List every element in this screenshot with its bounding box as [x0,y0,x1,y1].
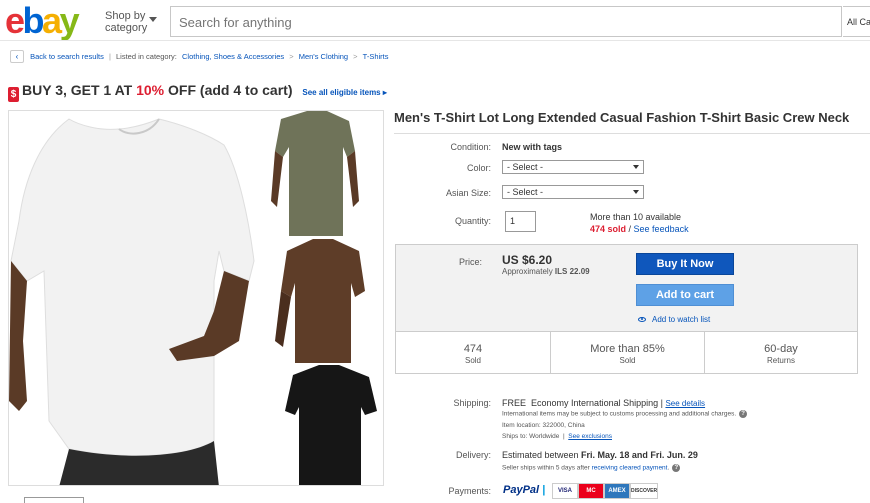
shipping-value: FREE Economy International Shipping | Se… [502,398,706,408]
breadcrumb: ‹ Back to search results | Listed in cat… [10,50,389,63]
image-thumbnail-tab[interactable] [24,497,84,503]
breadcrumb-tshirts[interactable]: T-Shirts [363,52,389,61]
title-divider [394,133,870,134]
add-to-cart-button[interactable]: Add to cart [636,284,734,306]
customs-note: International items may be subject to cu… [502,410,748,418]
search-input[interactable] [179,15,833,30]
price-label: Price: [459,257,483,267]
size-label: Asian Size: [445,188,491,198]
dropdown-arrow-icon [633,190,639,194]
buy-it-now-button[interactable]: Buy It Now [636,253,734,275]
condition-value: New with tags [502,142,563,152]
see-exclusions-link[interactable]: See exclusions [568,433,612,440]
item-location: Item location: 322000, China [502,422,585,429]
stat-sold: 474 Sold [463,343,483,365]
price-value: US $6.20 [502,253,553,267]
delivery-label: Delivery: [455,450,491,460]
breadcrumb-mens-clothing[interactable]: Men's Clothing [299,52,348,61]
listed-in-label: Listed in category: [116,52,177,61]
header-divider [0,40,870,41]
stat-returns: 60-day Returns [704,332,857,374]
stat-sold-percent: More than 85% Sold [550,332,704,374]
condition-label: Condition: [450,142,491,152]
see-details-link[interactable]: See details [665,399,705,408]
help-icon[interactable]: ? [739,410,748,418]
discover-card-icon: DISCOVER [630,483,658,499]
delivery-note: Seller ships within 5 days after receivi… [502,464,681,472]
product-photo [9,111,383,485]
payments-label: Payments: [448,486,491,496]
color-label: Color: [466,163,491,173]
availability-text: More than 10 available [590,212,682,222]
cleared-payment-link[interactable]: receiving cleared payment [592,465,668,472]
search-box [170,6,842,37]
see-feedback-link[interactable]: See feedback [634,224,689,234]
product-title: Men's T-Shirt Lot Long Extended Casual F… [394,110,850,125]
eye-icon [638,317,646,323]
price-approx: Approximately ILS 22.09 [502,267,590,276]
shop-by-category-button[interactable]: Shop by category [105,10,157,34]
sold-feedback: 474 sold / See feedback [590,224,689,234]
stats-row: 474 Sold More than 85% Sold 60-day Retur… [396,331,857,374]
size-select[interactable]: - Select - [502,185,644,199]
quantity-label: Quantity: [454,216,491,226]
product-image[interactable] [8,110,384,486]
add-to-watch-list-link[interactable]: Add to watch list [638,315,710,324]
amex-card-icon: AMEX [604,483,630,499]
visa-card-icon: VISA [552,483,578,499]
ships-to: Ships to: Worldwide | See exclusions [502,433,612,440]
help-icon[interactable]: ? [672,464,681,472]
ebay-logo[interactable]: ebay [5,3,80,39]
chevron-down-icon [149,17,157,22]
sold-count: 474 sold [590,224,627,234]
back-arrow-icon[interactable]: ‹ [10,50,24,63]
mastercard-icon: MC [578,483,604,499]
category-select[interactable]: All Ca [843,6,870,37]
shipping-label: Shipping: [453,398,491,408]
back-to-search-link[interactable]: Back to search results [30,52,104,61]
delivery-value: Estimated between Fri. May. 18 and Fri. … [502,450,698,460]
quantity-input[interactable]: 1 [505,211,536,232]
breadcrumb-clothing[interactable]: Clothing, Shoes & Accessories [182,52,284,61]
price-tag-icon: $ [8,87,19,102]
color-select[interactable]: - Select - [502,160,644,174]
paypal-logo: PayPal | [503,484,546,496]
see-all-eligible-link[interactable]: See all eligible items ▸ [302,88,387,97]
dropdown-arrow-icon [633,165,639,169]
promo-banner: $ BUY 3, GET 1 AT 10% OFF (add 4 to cart)… [8,82,387,102]
